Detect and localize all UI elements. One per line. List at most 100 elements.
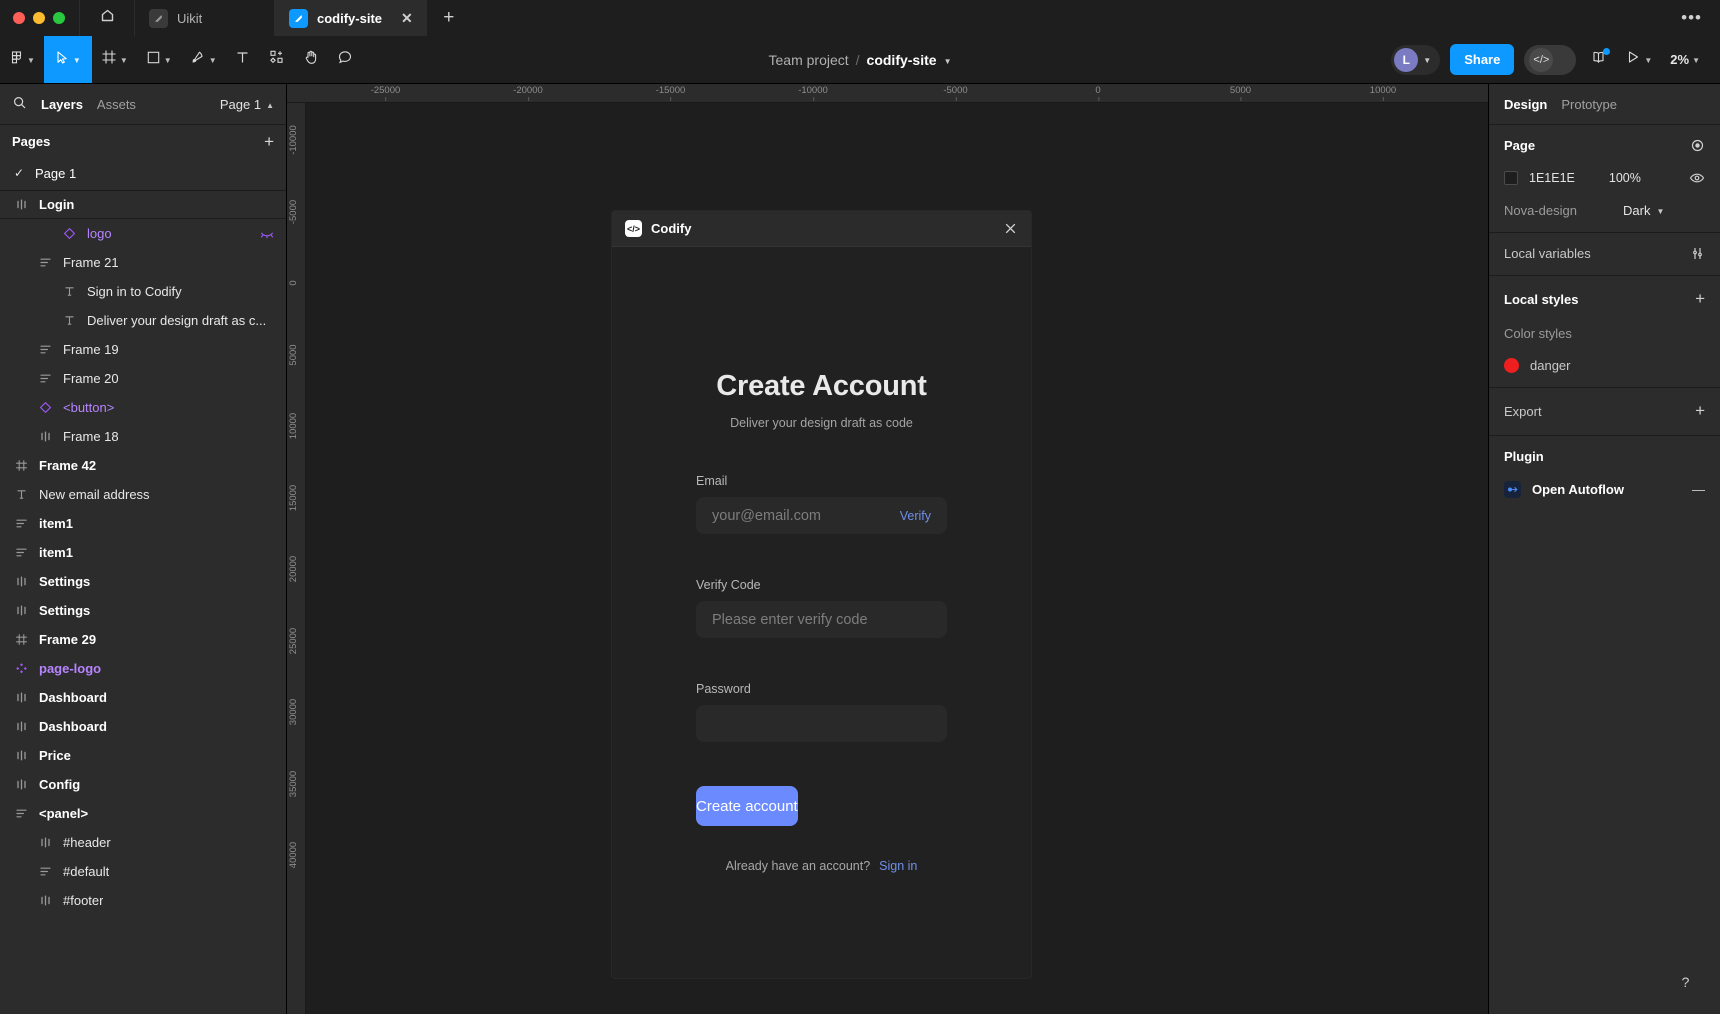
hand-tool-button[interactable]	[294, 36, 328, 83]
zoom-menu-button[interactable]: 2% ▼	[1666, 52, 1704, 67]
layer-row[interactable]: item1	[0, 509, 286, 538]
layer-row[interactable]: Deliver your design draft as c...	[0, 306, 286, 335]
layer-row[interactable]: #default	[0, 857, 286, 886]
layer-tree[interactable]: Login logo Frame 21 Sign in to Codify Delive…	[0, 188, 286, 1014]
shape-tool-button[interactable]: ▼	[137, 36, 181, 83]
page-list-item-page-1[interactable]: ✓ Page 1	[0, 158, 286, 188]
email-input[interactable]: your@email.com Verify	[696, 497, 947, 534]
move-tool-button[interactable]: ▼	[43, 36, 92, 83]
eye-icon[interactable]	[1689, 170, 1705, 186]
verify-link[interactable]: Verify	[900, 509, 931, 523]
tab-assets[interactable]: Assets	[97, 97, 136, 112]
close-icon[interactable]: ✕	[391, 11, 413, 25]
tab-codify-site[interactable]: codify-site ✕	[275, 0, 427, 36]
home-button[interactable]	[79, 0, 135, 36]
ruler-tick: 40000	[288, 841, 299, 869]
search-icon[interactable]	[12, 95, 27, 113]
layer-row[interactable]: #header	[0, 828, 286, 857]
close-window-button[interactable]	[13, 12, 25, 24]
add-style-button[interactable]: +	[1695, 289, 1705, 309]
eyedropper-icon[interactable]	[1690, 138, 1705, 153]
layer-row[interactable]: <panel>	[0, 799, 286, 828]
layer-row[interactable]: item1	[0, 538, 286, 567]
autolayout-icon	[14, 546, 28, 559]
library-button[interactable]	[1586, 47, 1611, 71]
layer-row[interactable]: Frame 29	[0, 625, 286, 654]
ruler-tick: 10000	[288, 412, 299, 440]
layer-row[interactable]: Price	[0, 741, 286, 770]
comment-tool-button[interactable]	[328, 36, 362, 83]
resources-button[interactable]	[260, 36, 294, 83]
figma-file-icon	[149, 8, 168, 28]
layer-row[interactable]: New email address	[0, 480, 286, 509]
color-swatch[interactable]	[1504, 358, 1519, 373]
layer-name: Frame 42	[39, 458, 97, 473]
layer-row[interactable]: Frame 19	[0, 335, 286, 364]
pen-tool-button[interactable]: ▼	[181, 36, 226, 83]
layer-row[interactable]: #footer	[0, 886, 286, 915]
layer-row[interactable]: Frame 21	[0, 248, 286, 277]
variable-mode-label: Dark	[1623, 203, 1651, 218]
password-input[interactable]	[696, 705, 947, 742]
tab-layers[interactable]: Layers	[41, 97, 83, 112]
eye-off-icon[interactable]	[260, 227, 274, 241]
local-variables-header[interactable]: Local variables	[1504, 246, 1705, 261]
horizontal-ruler: -35000-30000-25000-20000-15000-10000-500…	[287, 84, 1488, 103]
text-tool-button[interactable]	[226, 36, 260, 83]
user-avatar-group[interactable]: L ▼	[1391, 44, 1441, 75]
new-tab-button[interactable]: +	[427, 0, 471, 36]
canvas-surface[interactable]: </> Codify Create Account Deliver your d…	[306, 103, 1488, 1014]
layer-row[interactable]: Frame 20	[0, 364, 286, 393]
layer-row[interactable]: logo	[0, 219, 286, 248]
page-background-row[interactable]: 1E1E1E 100%	[1504, 170, 1705, 186]
minimize-window-button[interactable]	[33, 12, 45, 24]
frame-tool-button[interactable]: ▼	[92, 36, 137, 83]
breadcrumb-project[interactable]: Team project	[769, 52, 849, 68]
dev-mode-toggle[interactable]: </>	[1524, 44, 1577, 75]
chevron-down-icon[interactable]: ▼	[944, 57, 952, 66]
add-export-button[interactable]: +	[1695, 401, 1705, 421]
tab-prototype[interactable]: Prototype	[1561, 97, 1617, 112]
sliders-icon[interactable]	[1690, 246, 1705, 261]
verify-code-input[interactable]: Please enter verify code	[696, 601, 947, 638]
plugin-item-open-autoflow[interactable]: Open Autoflow —	[1504, 481, 1705, 498]
page-selector[interactable]: Page 1 ▲	[220, 97, 274, 112]
background-opacity-value[interactable]: 100%	[1609, 171, 1641, 185]
layer-row[interactable]: page-logo	[0, 654, 286, 683]
layer-row[interactable]: Frame 18	[0, 422, 286, 451]
canvas-viewport[interactable]: -35000-30000-25000-20000-15000-10000-500…	[287, 84, 1488, 1014]
layer-row[interactable]: Dashboard	[0, 712, 286, 741]
tab-design[interactable]: Design	[1504, 97, 1547, 112]
present-button[interactable]: ▼	[1621, 49, 1656, 70]
breadcrumb-file[interactable]: codify-site	[867, 52, 937, 68]
sign-in-link[interactable]: Sign in	[879, 859, 917, 873]
add-page-button[interactable]: +	[264, 132, 274, 152]
help-button[interactable]: ?	[1670, 966, 1701, 997]
layer-row[interactable]: Sign in to Codify	[0, 277, 286, 306]
window-menu-button[interactable]: •••	[1681, 0, 1720, 36]
background-color-swatch[interactable]	[1504, 171, 1518, 185]
layer-name: Config	[39, 777, 81, 792]
layer-row[interactable]: Settings	[0, 596, 286, 625]
main-menu-button[interactable]: ▼	[0, 36, 44, 83]
page-section-header: Page	[1504, 138, 1705, 153]
layer-row[interactable]: Login	[0, 190, 286, 219]
layer-row[interactable]: Settings	[0, 567, 286, 596]
ruler-tick: -20000	[513, 85, 543, 101]
layer-row[interactable]: Dashboard	[0, 683, 286, 712]
layer-row[interactable]: Config	[0, 770, 286, 799]
layer-row[interactable]: Frame 42	[0, 451, 286, 480]
tab-uikit[interactable]: Uikit	[135, 0, 275, 36]
remove-plugin-button[interactable]: —	[1692, 482, 1705, 497]
variable-mode-selector[interactable]: Dark ▼	[1623, 203, 1664, 218]
style-item-danger[interactable]: danger	[1504, 358, 1705, 373]
layer-row[interactable]: <button>	[0, 393, 286, 422]
share-button[interactable]: Share	[1450, 44, 1515, 75]
maximize-window-button[interactable]	[53, 12, 65, 24]
create-account-button[interactable]: Create account	[696, 786, 798, 826]
close-icon[interactable]	[1002, 220, 1019, 237]
vertical-ruler: -10000 -5000 0 5000 10000 15000 20000 25000 3000…	[287, 103, 306, 1014]
background-hex-value[interactable]: 1E1E1E	[1529, 171, 1575, 185]
variable-collection-row[interactable]: Nova-design Dark ▼	[1504, 203, 1705, 218]
chevron-down-icon: ▼	[27, 56, 35, 65]
